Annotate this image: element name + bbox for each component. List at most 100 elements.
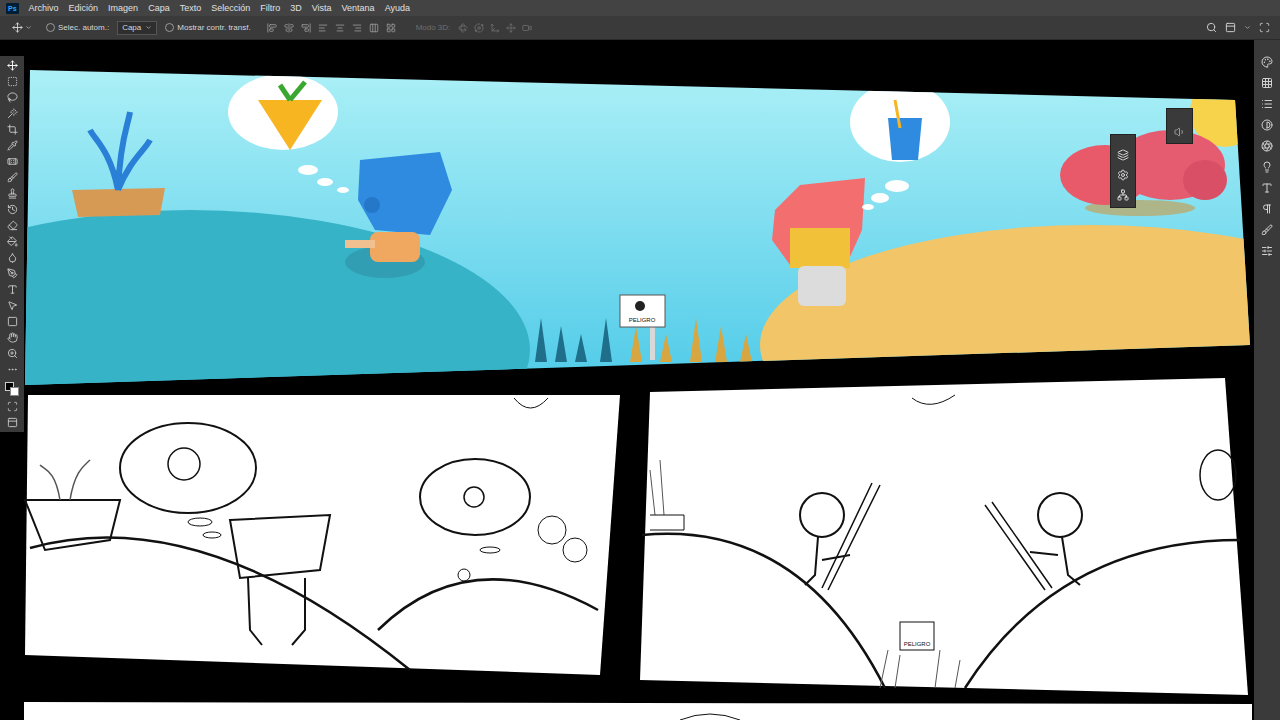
blue-character <box>345 152 452 278</box>
quick-mask-icon[interactable] <box>7 401 18 412</box>
3d-mode-icon[interactable] <box>474 23 484 33</box>
menu-item[interactable]: Capa <box>148 0 170 16</box>
menu-item[interactable]: Filtro <box>260 0 280 16</box>
hand-icon[interactable] <box>7 332 18 343</box>
healing-icon[interactable] <box>7 156 18 167</box>
align-icon[interactable] <box>301 23 311 33</box>
3d-mode-icon[interactable] <box>458 23 468 33</box>
align-icon[interactable] <box>369 23 379 33</box>
auto-select-checkbox[interactable] <box>46 23 55 32</box>
show-transform-checkbox[interactable] <box>165 23 174 32</box>
menu-item[interactable]: Vista <box>312 0 332 16</box>
pen-icon[interactable] <box>7 268 18 279</box>
app-logo: Ps <box>6 3 19 14</box>
menu-item[interactable]: 3D <box>290 0 302 16</box>
layers-icon[interactable] <box>1117 149 1129 161</box>
blur-icon[interactable] <box>7 252 18 263</box>
right-dock <box>1254 40 1280 720</box>
styles-icon[interactable] <box>1261 119 1273 131</box>
screen-mode-icon[interactable] <box>7 417 18 428</box>
menu-item[interactable]: Texto <box>180 0 202 16</box>
sketch-panel-left <box>25 395 620 675</box>
comic-artwork: PELIGRO PELIGRO <box>24 40 1254 720</box>
sketch-panel-bottom <box>24 702 1252 720</box>
lasso-icon[interactable] <box>7 92 18 103</box>
tool-preset-icon[interactable] <box>25 24 32 31</box>
dropdown-arrow-icon <box>145 24 152 31</box>
eyedropper-icon[interactable] <box>7 140 18 151</box>
swatches-icon[interactable] <box>1261 77 1273 89</box>
libraries-icon[interactable] <box>1261 161 1273 173</box>
search-icon[interactable] <box>1206 22 1217 33</box>
workspace-arrow-icon[interactable] <box>1244 24 1251 31</box>
floating-panel-sound[interactable] <box>1166 108 1193 144</box>
stamp-icon[interactable] <box>7 188 18 199</box>
zoom-icon[interactable] <box>7 348 18 359</box>
path-select-icon[interactable] <box>7 300 18 311</box>
thought-bubble-left <box>228 74 349 193</box>
paragraph-icon[interactable] <box>1261 203 1273 215</box>
floating-panel-layers[interactable] <box>1110 134 1136 208</box>
3d-mode-icon[interactable] <box>506 23 516 33</box>
align-icon[interactable] <box>352 23 362 33</box>
3d-mode-icon[interactable] <box>522 23 532 33</box>
photoshop-window: Ps Archivo Edición Imagen Capa Texto Selección… <box>0 0 1280 720</box>
menu-item[interactable]: Archivo <box>29 0 59 16</box>
target-dropdown[interactable]: Capa <box>117 21 157 35</box>
mushroom <box>1060 130 1227 216</box>
more-tools-icon[interactable] <box>7 364 18 375</box>
settings-icon[interactable] <box>1261 245 1273 257</box>
brushes-icon[interactable] <box>1261 224 1273 236</box>
align-icon[interactable] <box>386 23 396 33</box>
fountain <box>72 112 165 217</box>
paths-icon[interactable] <box>1117 189 1129 201</box>
workspace-icon[interactable] <box>1225 22 1236 33</box>
align-group <box>267 23 396 33</box>
canvas-area[interactable]: PELIGRO PELIGRO <box>24 40 1254 720</box>
magic-wand-icon[interactable] <box>7 108 18 119</box>
tools-panel <box>0 56 24 432</box>
adjustments-icon[interactable] <box>1261 98 1273 110</box>
character-icon[interactable] <box>1261 182 1273 194</box>
svg-text:PELIGRO: PELIGRO <box>904 641 931 647</box>
menu-item[interactable]: Edición <box>69 0 99 16</box>
mode-3d-group <box>458 23 532 33</box>
share-icon[interactable] <box>1259 22 1270 33</box>
menu-item[interactable]: Ayuda <box>385 0 410 16</box>
marquee-icon[interactable] <box>7 76 18 87</box>
show-transform[interactable]: Mostrar contr. transf. <box>165 22 250 34</box>
channels-icon[interactable] <box>1117 169 1129 181</box>
properties-icon[interactable] <box>1261 140 1273 152</box>
svg-text:PELIGRO: PELIGRO <box>629 317 656 323</box>
move-icon[interactable] <box>7 60 18 71</box>
align-icon[interactable] <box>267 23 277 33</box>
menu-item[interactable]: Ventana <box>342 0 375 16</box>
type-icon[interactable] <box>7 284 18 295</box>
align-icon[interactable] <box>284 23 294 33</box>
audio-icon[interactable] <box>1174 126 1186 138</box>
auto-select[interactable]: Selec. autom.: <box>46 22 109 34</box>
sketch-panel-right: PELIGRO <box>640 378 1248 695</box>
color-swatches[interactable] <box>5 382 19 396</box>
thought-bubble-right <box>850 82 950 210</box>
auto-select-label: Selec. autom.: <box>58 22 109 34</box>
align-icon[interactable] <box>335 23 345 33</box>
bucket-icon[interactable] <box>7 236 18 247</box>
crop-icon[interactable] <box>7 124 18 135</box>
shape-icon[interactable] <box>7 316 18 327</box>
3d-mode-icon[interactable] <box>490 23 500 33</box>
color-icon[interactable] <box>1261 56 1273 68</box>
brush-icon[interactable] <box>7 172 18 183</box>
move-tool-icon[interactable] <box>12 22 23 33</box>
danger-sign: PELIGRO <box>620 295 665 360</box>
workspace: PELIGRO PELIGRO <box>0 40 1280 720</box>
menu-item[interactable]: Imagen <box>108 0 138 16</box>
menu-item[interactable]: Selección <box>211 0 250 16</box>
history-brush-icon[interactable] <box>7 204 18 215</box>
mode-3d-label: Modo 3D: <box>416 22 451 34</box>
menu-bar: Ps Archivo Edición Imagen Capa Texto Selección… <box>0 0 1280 16</box>
eraser-icon[interactable] <box>7 220 18 231</box>
background-color[interactable] <box>10 387 19 396</box>
align-icon[interactable] <box>318 23 328 33</box>
red-character <box>772 178 865 306</box>
